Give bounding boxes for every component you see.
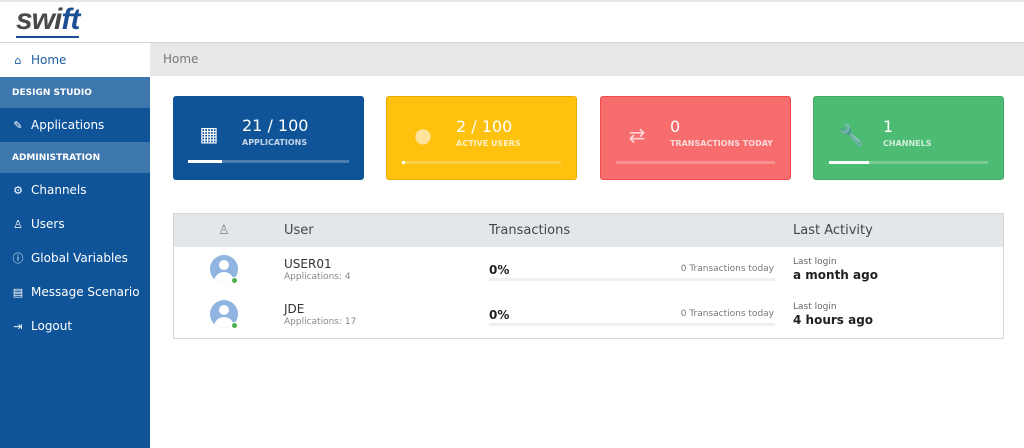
header-last-activity: Last Activity <box>793 223 873 238</box>
progress-bar <box>188 160 349 163</box>
user-name: USER01 <box>284 257 332 271</box>
last-login-label: Last login <box>793 257 837 267</box>
sidebar-item-label: Channels <box>31 183 87 197</box>
sidebar-item-channels[interactable]: ⚙ Channels <box>0 173 150 207</box>
progress-bar <box>402 161 561 164</box>
stat-card-transactions[interactable]: ⇄ 0 TRANSACTIONS TODAY <box>600 96 791 180</box>
online-status-dot <box>231 322 238 329</box>
user-apps: Applications: 17 <box>284 317 357 327</box>
pencil-icon: ✎ <box>13 118 23 132</box>
section-design-studio: DESIGN STUDIO <box>0 77 150 108</box>
home-icon: ⌂ <box>14 53 22 67</box>
header-user: User <box>284 223 314 238</box>
user-apps: Applications: 4 <box>284 272 351 282</box>
users-table: ♙ User Transactions Last Activity USER01… <box>173 213 1004 339</box>
exchange-icon: ⇄ <box>628 123 646 147</box>
stat-card-applications[interactable]: ▦ 21 / 100 APPLICATIONS <box>173 96 364 180</box>
sidebar-item-home[interactable]: ⌂ Home <box>0 43 150 77</box>
stat-label: APPLICATIONS <box>242 138 308 147</box>
table-header: ♙ User Transactions Last Activity <box>174 214 1003 247</box>
swift-logo[interactable]: swift <box>16 4 80 38</box>
table-row[interactable]: JDE Applications: 17 0% 0 Transactions t… <box>174 292 1003 337</box>
last-login-value: 4 hours ago <box>793 313 874 327</box>
top-header: swift <box>0 0 1024 43</box>
last-login-value: a month ago <box>793 268 878 282</box>
sidebar-item-message-scenario[interactable]: ▤ Message Scenario <box>0 275 150 309</box>
sidebar-item-applications[interactable]: ✎ Applications <box>0 108 150 142</box>
stat-card-channels[interactable]: 🔧 1 CHANNELS <box>813 96 1004 180</box>
stat-value: 1 <box>883 117 894 136</box>
sidebar-item-label: Users <box>31 217 65 231</box>
table-row[interactable]: USER01 Applications: 4 0% 0 Transactions… <box>174 247 1003 292</box>
list-icon: ▤ <box>12 285 24 299</box>
sidebar: ⌂ Home DESIGN STUDIO ✎ Applications ADMINI… <box>0 43 150 448</box>
sidebar-item-label: Global Variables <box>31 251 128 265</box>
sidebar-item-logout[interactable]: ⇥ Logout <box>0 309 150 343</box>
sidebar-item-users[interactable]: ♙ Users <box>0 207 150 241</box>
sidebar-item-label: Home <box>31 53 67 67</box>
stat-card-active-users[interactable]: ● 2 / 100 ACTIVE USERS <box>386 96 577 180</box>
progress-fill <box>829 161 869 164</box>
stat-value: 2 / 100 <box>456 117 513 136</box>
progress-bar <box>829 161 988 164</box>
transaction-progress <box>489 323 775 326</box>
progress-fill <box>402 161 406 164</box>
last-login-label: Last login <box>793 302 837 312</box>
user-icon: ● <box>414 123 432 147</box>
stat-label: TRANSACTIONS TODAY <box>670 139 773 148</box>
header-transactions: Transactions <box>489 223 571 238</box>
user-icon: ♙ <box>13 217 23 231</box>
stat-label: ACTIVE USERS <box>456 139 521 148</box>
progress-bar <box>616 161 775 164</box>
stat-value: 0 <box>670 117 681 136</box>
breadcrumb: Home <box>150 43 1024 76</box>
stat-value: 21 / 100 <box>242 116 309 135</box>
logout-icon: ⇥ <box>13 319 23 333</box>
wrench-icon: 🔧 <box>839 123 864 147</box>
users-icon: ♙ <box>218 223 230 238</box>
transactions-today: 0 Transactions today <box>680 309 774 319</box>
transaction-progress <box>489 278 775 281</box>
sidebar-item-global-variables[interactable]: ⓘ Global Variables <box>0 241 150 275</box>
calculator-icon: ▦ <box>199 122 219 146</box>
transaction-percent: 0% <box>489 308 510 322</box>
online-status-dot <box>231 277 238 284</box>
transactions-today: 0 Transactions today <box>680 264 774 274</box>
stat-label: CHANNELS <box>883 139 932 148</box>
transaction-percent: 0% <box>489 263 510 277</box>
sidebar-item-label: Message Scenario <box>31 285 140 299</box>
sidebar-item-label: Logout <box>31 319 73 333</box>
section-administration: ADMINISTRATION <box>0 142 150 173</box>
user-name: JDE <box>284 302 305 316</box>
gear-icon: ⚙ <box>13 183 23 197</box>
sidebar-item-label: Applications <box>31 118 105 132</box>
info-icon: ⓘ <box>12 252 24 265</box>
progress-fill <box>188 160 222 163</box>
